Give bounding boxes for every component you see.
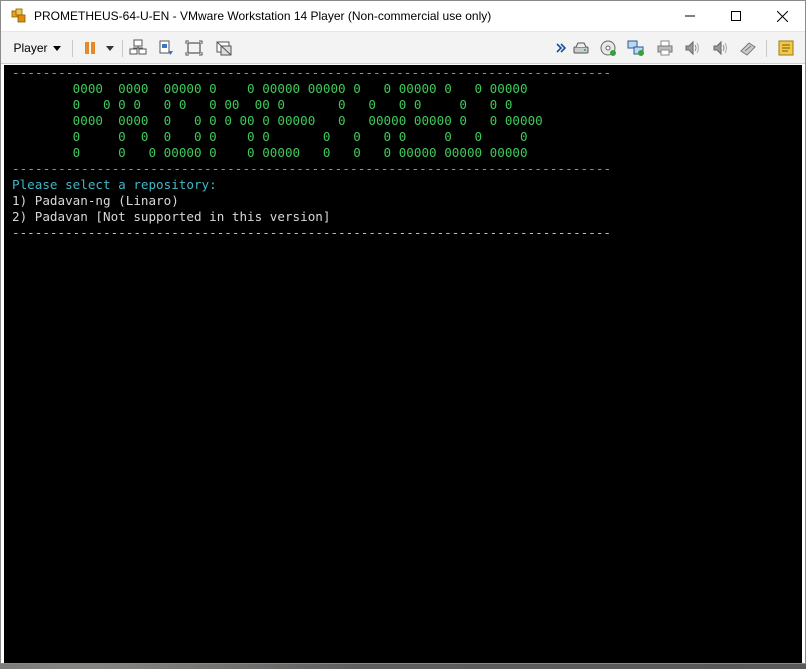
repository-option-2: 2) Padavan [Not supported in this versio… — [12, 209, 331, 224]
send-ctrl-alt-del-button[interactable] — [128, 37, 148, 59]
network-adapter-icon — [627, 40, 644, 56]
microphone-device[interactable] — [710, 37, 730, 59]
minimize-button[interactable] — [667, 1, 713, 31]
hard-disk-device[interactable] — [571, 37, 591, 59]
speaker-icon — [713, 40, 727, 56]
banner-text: 0 0 0 00000 0 0 00000 0 0 0 00000 00000 … — [72, 145, 528, 160]
console-divider-middle: ----------------------------------------… — [12, 161, 612, 176]
banner-line: 0 0 0 0 0 0 0 0 0 0 0 0 0 0 0 — [12, 129, 528, 145]
player-menu-label: Player — [13, 41, 48, 55]
fullscreen-icon — [185, 40, 203, 56]
banner-indent — [12, 81, 73, 96]
title-bar[interactable]: PROMETHEUS-64-U-EN - VMware Workstation … — [1, 1, 805, 31]
banner-line: 0000 0000 00000 0 0 00000 00000 0 0 0000… — [12, 81, 528, 97]
removable-devices-button[interactable] — [156, 37, 176, 59]
close-button[interactable] — [759, 1, 805, 31]
repository-prompt: Please select a repository: — [12, 177, 217, 192]
printer-device[interactable] — [655, 37, 675, 59]
toolbar: Player — [1, 31, 805, 64]
cd-disc-icon — [600, 40, 616, 56]
banner-indent — [12, 97, 73, 112]
banner-line: 0000 0000 0 0 0 0 00 0 00000 0 00000 000… — [12, 113, 543, 129]
pause-button[interactable] — [81, 37, 99, 59]
maximize-button[interactable] — [713, 1, 759, 31]
toolbar-separator — [766, 40, 767, 57]
hard-disk-icon — [573, 42, 589, 54]
network-computers-icon — [129, 39, 147, 55]
banner-indent — [12, 145, 73, 160]
banner-line: 0 0 0 00000 0 0 00000 0 0 0 00000 00000 … — [12, 145, 528, 161]
banner-text: 0000 0000 0 0 0 0 00 0 00000 0 00000 000… — [72, 113, 543, 128]
printer-icon — [657, 40, 673, 56]
pause-icon — [85, 42, 95, 54]
usb-device[interactable] — [738, 37, 758, 59]
vmware-app-icon — [10, 7, 28, 25]
chevron-down-icon — [52, 45, 61, 51]
full-screen-button[interactable] — [184, 37, 204, 59]
console-divider-top: ----------------------------------------… — [12, 65, 612, 80]
message-log-icon — [778, 40, 794, 56]
unity-icon — [216, 41, 232, 56]
player-menu-button[interactable]: Player — [9, 37, 65, 59]
sound-card-device[interactable] — [682, 37, 702, 59]
cd-dvd-device[interactable] — [598, 37, 618, 59]
repository-option-1: 1) Padavan-ng (Linaro) — [12, 193, 179, 208]
more-devices-button[interactable] — [554, 37, 568, 59]
usb-drive-icon — [740, 42, 756, 56]
banner-text: 0 0 0 0 0 0 0 0 0 0 0 0 0 0 0 — [72, 129, 528, 144]
banner-indent — [12, 113, 73, 128]
message-log-button[interactable] — [776, 37, 796, 59]
chevron-down-icon — [106, 45, 114, 51]
window-title: PROMETHEUS-64-U-EN - VMware Workstation … — [34, 9, 492, 23]
speaker-icon — [685, 40, 699, 56]
banner-text: 0000 0000 00000 0 0 00000 00000 0 0 0000… — [72, 81, 528, 96]
vm-console-screen[interactable]: ----------------------------------------… — [4, 65, 802, 663]
double-chevron-right-icon — [556, 43, 566, 53]
vmware-window: PROMETHEUS-64-U-EN - VMware Workstation … — [0, 0, 806, 664]
banner-line: 0 0 0 0 0 0 0 00 00 0 0 0 0 0 0 0 0 — [12, 97, 513, 113]
network-adapter-device[interactable] — [626, 37, 646, 59]
usb-device-icon — [159, 40, 173, 55]
power-options-dropdown[interactable] — [103, 37, 117, 59]
banner-indent — [12, 129, 73, 144]
window-controls — [667, 1, 805, 31]
toolbar-separator — [122, 40, 123, 57]
toolbar-separator — [72, 40, 73, 57]
banner-text: 0 0 0 0 0 0 0 00 00 0 0 0 0 0 0 0 0 — [72, 97, 513, 112]
console-divider-bottom: ----------------------------------------… — [12, 225, 611, 240]
unity-mode-button[interactable] — [214, 37, 234, 59]
